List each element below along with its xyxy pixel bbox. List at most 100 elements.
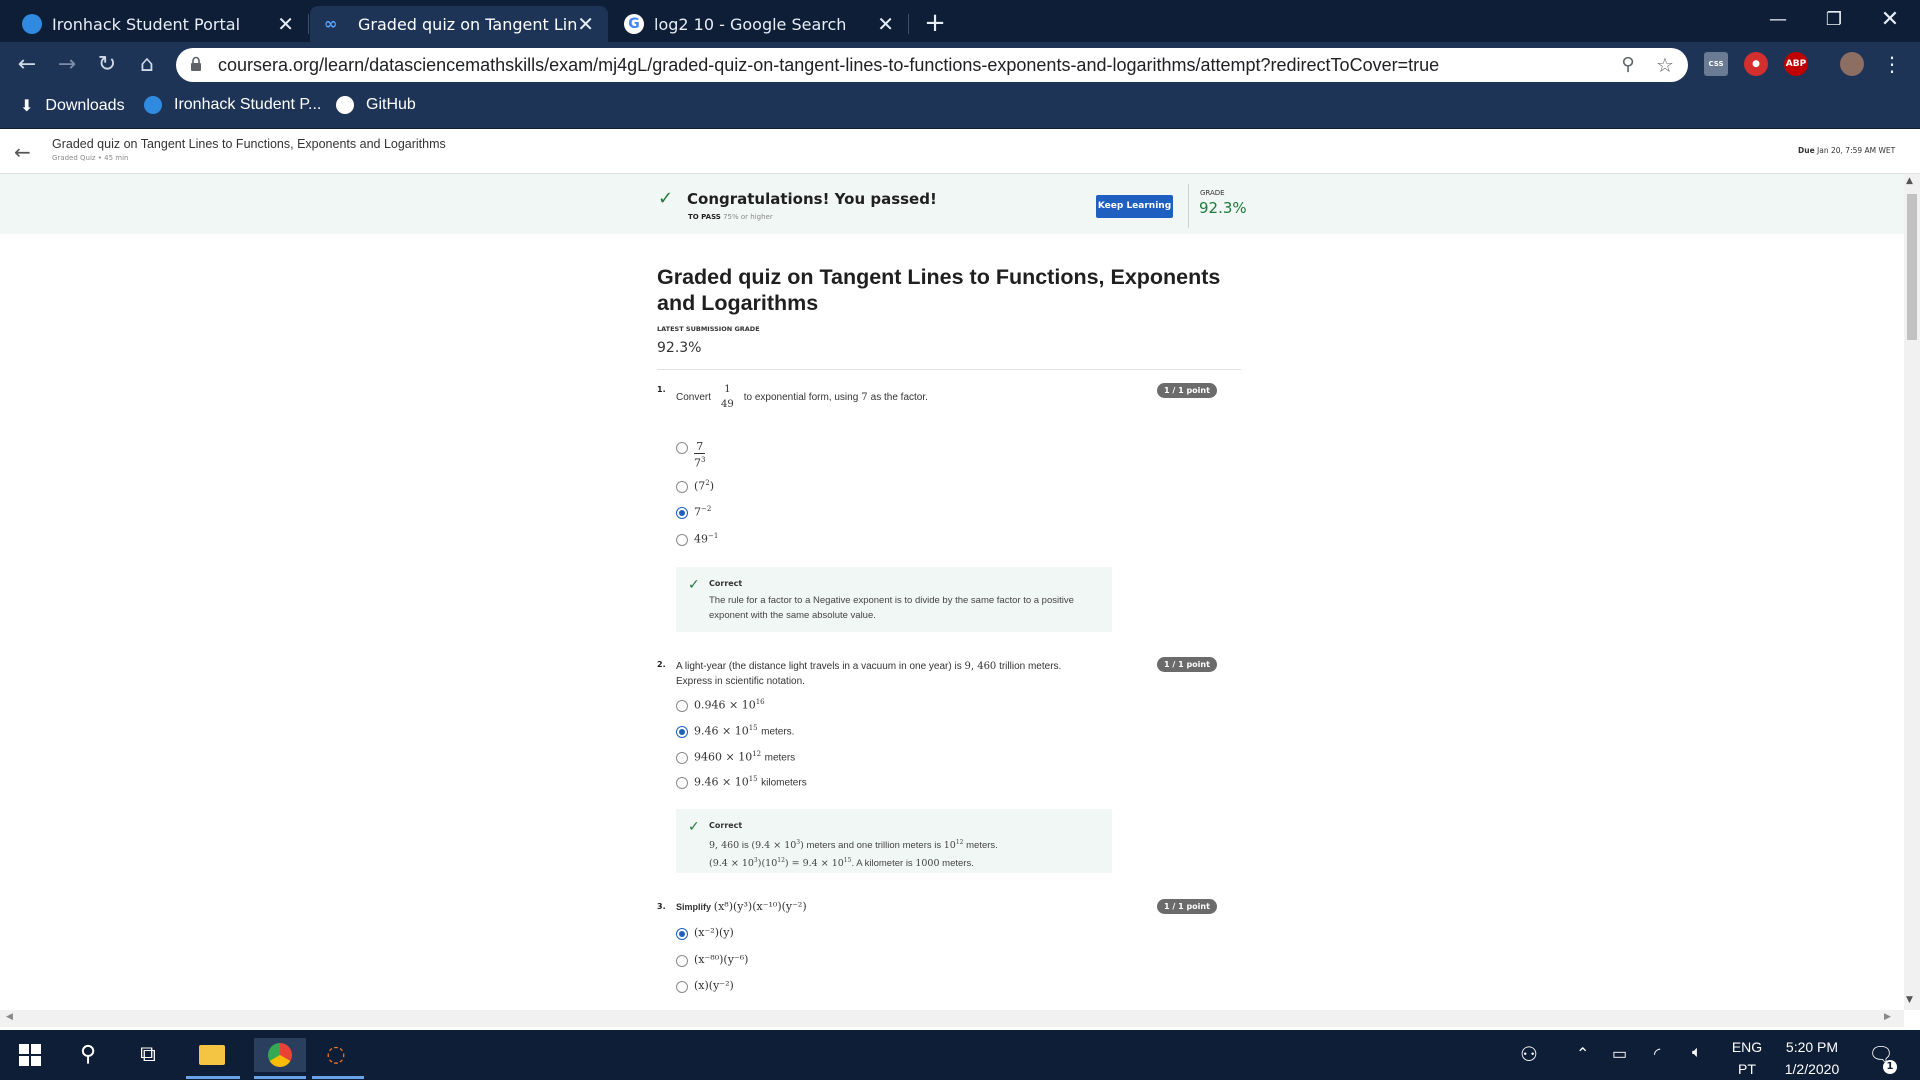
latest-grade-label: LATEST SUBMISSION GRADE <box>657 325 760 333</box>
chrome-icon[interactable] <box>254 1038 306 1072</box>
banner-divider <box>1188 184 1189 228</box>
question-text: as the factor. <box>870 391 928 403</box>
pass-message: Congratulations! You passed! <box>687 190 937 208</box>
answer-radio[interactable] <box>676 752 688 764</box>
feedback-body: The rule for a factor to a Negative expo… <box>709 595 1074 621</box>
windows-start-icon[interactable] <box>10 1038 50 1072</box>
math-value: 9, 460 <box>964 661 997 672</box>
tab-divider <box>308 14 309 34</box>
new-tab-button[interactable]: + <box>918 6 952 40</box>
answer-radio[interactable] <box>676 442 688 454</box>
scroll-right-icon[interactable]: ▶ <box>1884 1012 1891 1022</box>
tray-chevron-icon[interactable]: ⌃ <box>1576 1044 1589 1064</box>
people-icon[interactable]: ⚇ <box>1520 1042 1538 1067</box>
answer-radio[interactable] <box>676 981 688 993</box>
scroll-down-icon[interactable]: ▼ <box>1906 995 1913 1005</box>
home-icon[interactable]: ⌂ <box>132 50 162 80</box>
volume-icon[interactable]: 🔈︎ <box>1692 1044 1702 1062</box>
answer-radio[interactable] <box>676 534 688 546</box>
window-close-icon[interactable]: ✕ <box>1870 6 1910 34</box>
bookmark-downloads[interactable]: ⬇ Downloads <box>20 96 125 116</box>
answer-option: 9460 × 1012 meters <box>694 750 796 764</box>
active-app-indicator <box>186 1076 240 1079</box>
tab-coursera-quiz[interactable]: ∞ Graded quiz on Tangent Lines to ✕ <box>310 6 608 42</box>
answer-radio[interactable] <box>676 481 688 493</box>
course-header-title: Graded quiz on Tangent Lines to Function… <box>52 137 446 151</box>
restore-icon[interactable]: ❐ <box>1814 6 1854 34</box>
url-text[interactable]: coursera.org/learn/datasciencemathskills… <box>218 55 1439 76</box>
scrollbar-thumb[interactable] <box>1907 194 1917 340</box>
math-var: 7 <box>861 391 868 403</box>
answer-option: 9.46 × 1015 meters. <box>694 724 795 738</box>
answer-option: (72) <box>694 479 715 493</box>
active-app-indicator <box>312 1076 364 1079</box>
question-text: Simplify <box>676 902 712 912</box>
tab-title: Graded quiz on Tangent Lines to <box>358 14 578 34</box>
answer-radio-selected[interactable] <box>676 726 688 738</box>
close-icon[interactable]: ✕ <box>877 12 894 36</box>
answer-radio[interactable] <box>676 777 688 789</box>
bookmark-ironhack[interactable]: Ironhack Student P... <box>144 96 321 114</box>
search-icon[interactable]: ⚲ <box>68 1038 108 1072</box>
back-arrow-icon[interactable]: ← <box>14 140 31 164</box>
scroll-up-icon[interactable]: ▲ <box>1906 176 1913 186</box>
tab-google-search[interactable]: G log2 10 - Google Search ✕ <box>610 6 908 42</box>
close-icon[interactable]: ✕ <box>577 12 594 36</box>
feedback-title: Correct <box>709 579 743 588</box>
points-badge: 1 / 1 point <box>1157 383 1217 398</box>
tab-title: Ironhack Student Portal <box>52 14 241 34</box>
notification-count: 1 <box>1883 1060 1897 1074</box>
lock-icon <box>190 56 202 72</box>
bookmark-github[interactable]: GitHub <box>336 96 416 114</box>
file-explorer-icon[interactable] <box>192 1038 232 1072</box>
answer-option: (x⁻⁸⁰)(y⁻⁶) <box>694 953 749 966</box>
question-text: to exponential form, using <box>743 391 859 403</box>
fraction-denominator: 49 <box>721 399 734 410</box>
check-icon: ✓ <box>688 819 700 835</box>
question-text: Express in scientific notation. <box>676 676 805 687</box>
scroll-left-icon[interactable]: ◀ <box>6 1012 13 1022</box>
latest-grade-value: 92.3% <box>657 340 702 356</box>
answer-radio-selected[interactable] <box>676 507 688 519</box>
tab-title: log2 10 - Google Search <box>654 14 847 34</box>
question-number: 1. <box>657 385 666 394</box>
profile-avatar[interactable] <box>1840 52 1864 76</box>
answer-radio-selected[interactable] <box>676 928 688 940</box>
keep-learning-button[interactable]: Keep Learning <box>1096 195 1173 218</box>
close-icon[interactable]: ✕ <box>277 12 294 36</box>
task-view-icon[interactable]: ⧉ <box>128 1038 168 1072</box>
points-badge: 1 / 1 point <box>1157 657 1217 672</box>
adblock-icon[interactable]: ABP <box>1784 52 1808 76</box>
tab-divider <box>908 14 909 34</box>
battery-icon[interactable]: ▭ <box>1612 1044 1627 1064</box>
answer-radio[interactable] <box>676 955 688 967</box>
bookmark-label: Downloads <box>45 97 125 114</box>
css-extension-icon[interactable]: CSS <box>1704 52 1728 76</box>
clock[interactable]: 5:20 PM 1/2/2020 <box>1772 1036 1852 1080</box>
fraction-numerator: 7 <box>694 440 706 454</box>
reload-icon[interactable]: ↻ <box>92 50 122 80</box>
answer-option: (x⁻²)(y) <box>694 926 734 939</box>
language-bottom: PT <box>1738 1061 1756 1077</box>
record-extension-icon[interactable]: ● <box>1744 52 1768 76</box>
clock-time: 5:20 PM <box>1785 1039 1839 1055</box>
menu-dots-icon[interactable]: ⋮ <box>1882 52 1902 76</box>
language-indicator[interactable]: ENG PT <box>1726 1036 1768 1080</box>
tab-ironhack[interactable]: Ironhack Student Portal ✕ <box>0 6 308 42</box>
divider <box>657 369 1241 370</box>
answer-radio[interactable] <box>676 700 688 712</box>
check-icon: ✓ <box>688 577 700 593</box>
zoom-icon[interactable]: ⚲ <box>1615 52 1641 78</box>
github-icon <box>336 96 354 114</box>
grade-label: GRADE <box>1200 189 1225 197</box>
bookmark-star-icon[interactable]: ☆ <box>1652 52 1678 78</box>
wifi-icon[interactable]: ◜ <box>1654 1044 1660 1064</box>
answer-option: 0.946 × 1016 <box>694 698 765 712</box>
forward-icon[interactable]: → <box>52 50 82 80</box>
back-icon[interactable]: ← <box>12 50 42 80</box>
course-header-subtitle: Graded Quiz • 45 min <box>52 154 129 162</box>
horizontal-scrollbar[interactable] <box>0 1010 1904 1027</box>
jupyter-icon[interactable]: ◌ <box>316 1038 356 1072</box>
to-pass-info: TO PASS 75% or higher <box>688 213 773 221</box>
minimize-icon[interactable]: — <box>1758 6 1798 34</box>
